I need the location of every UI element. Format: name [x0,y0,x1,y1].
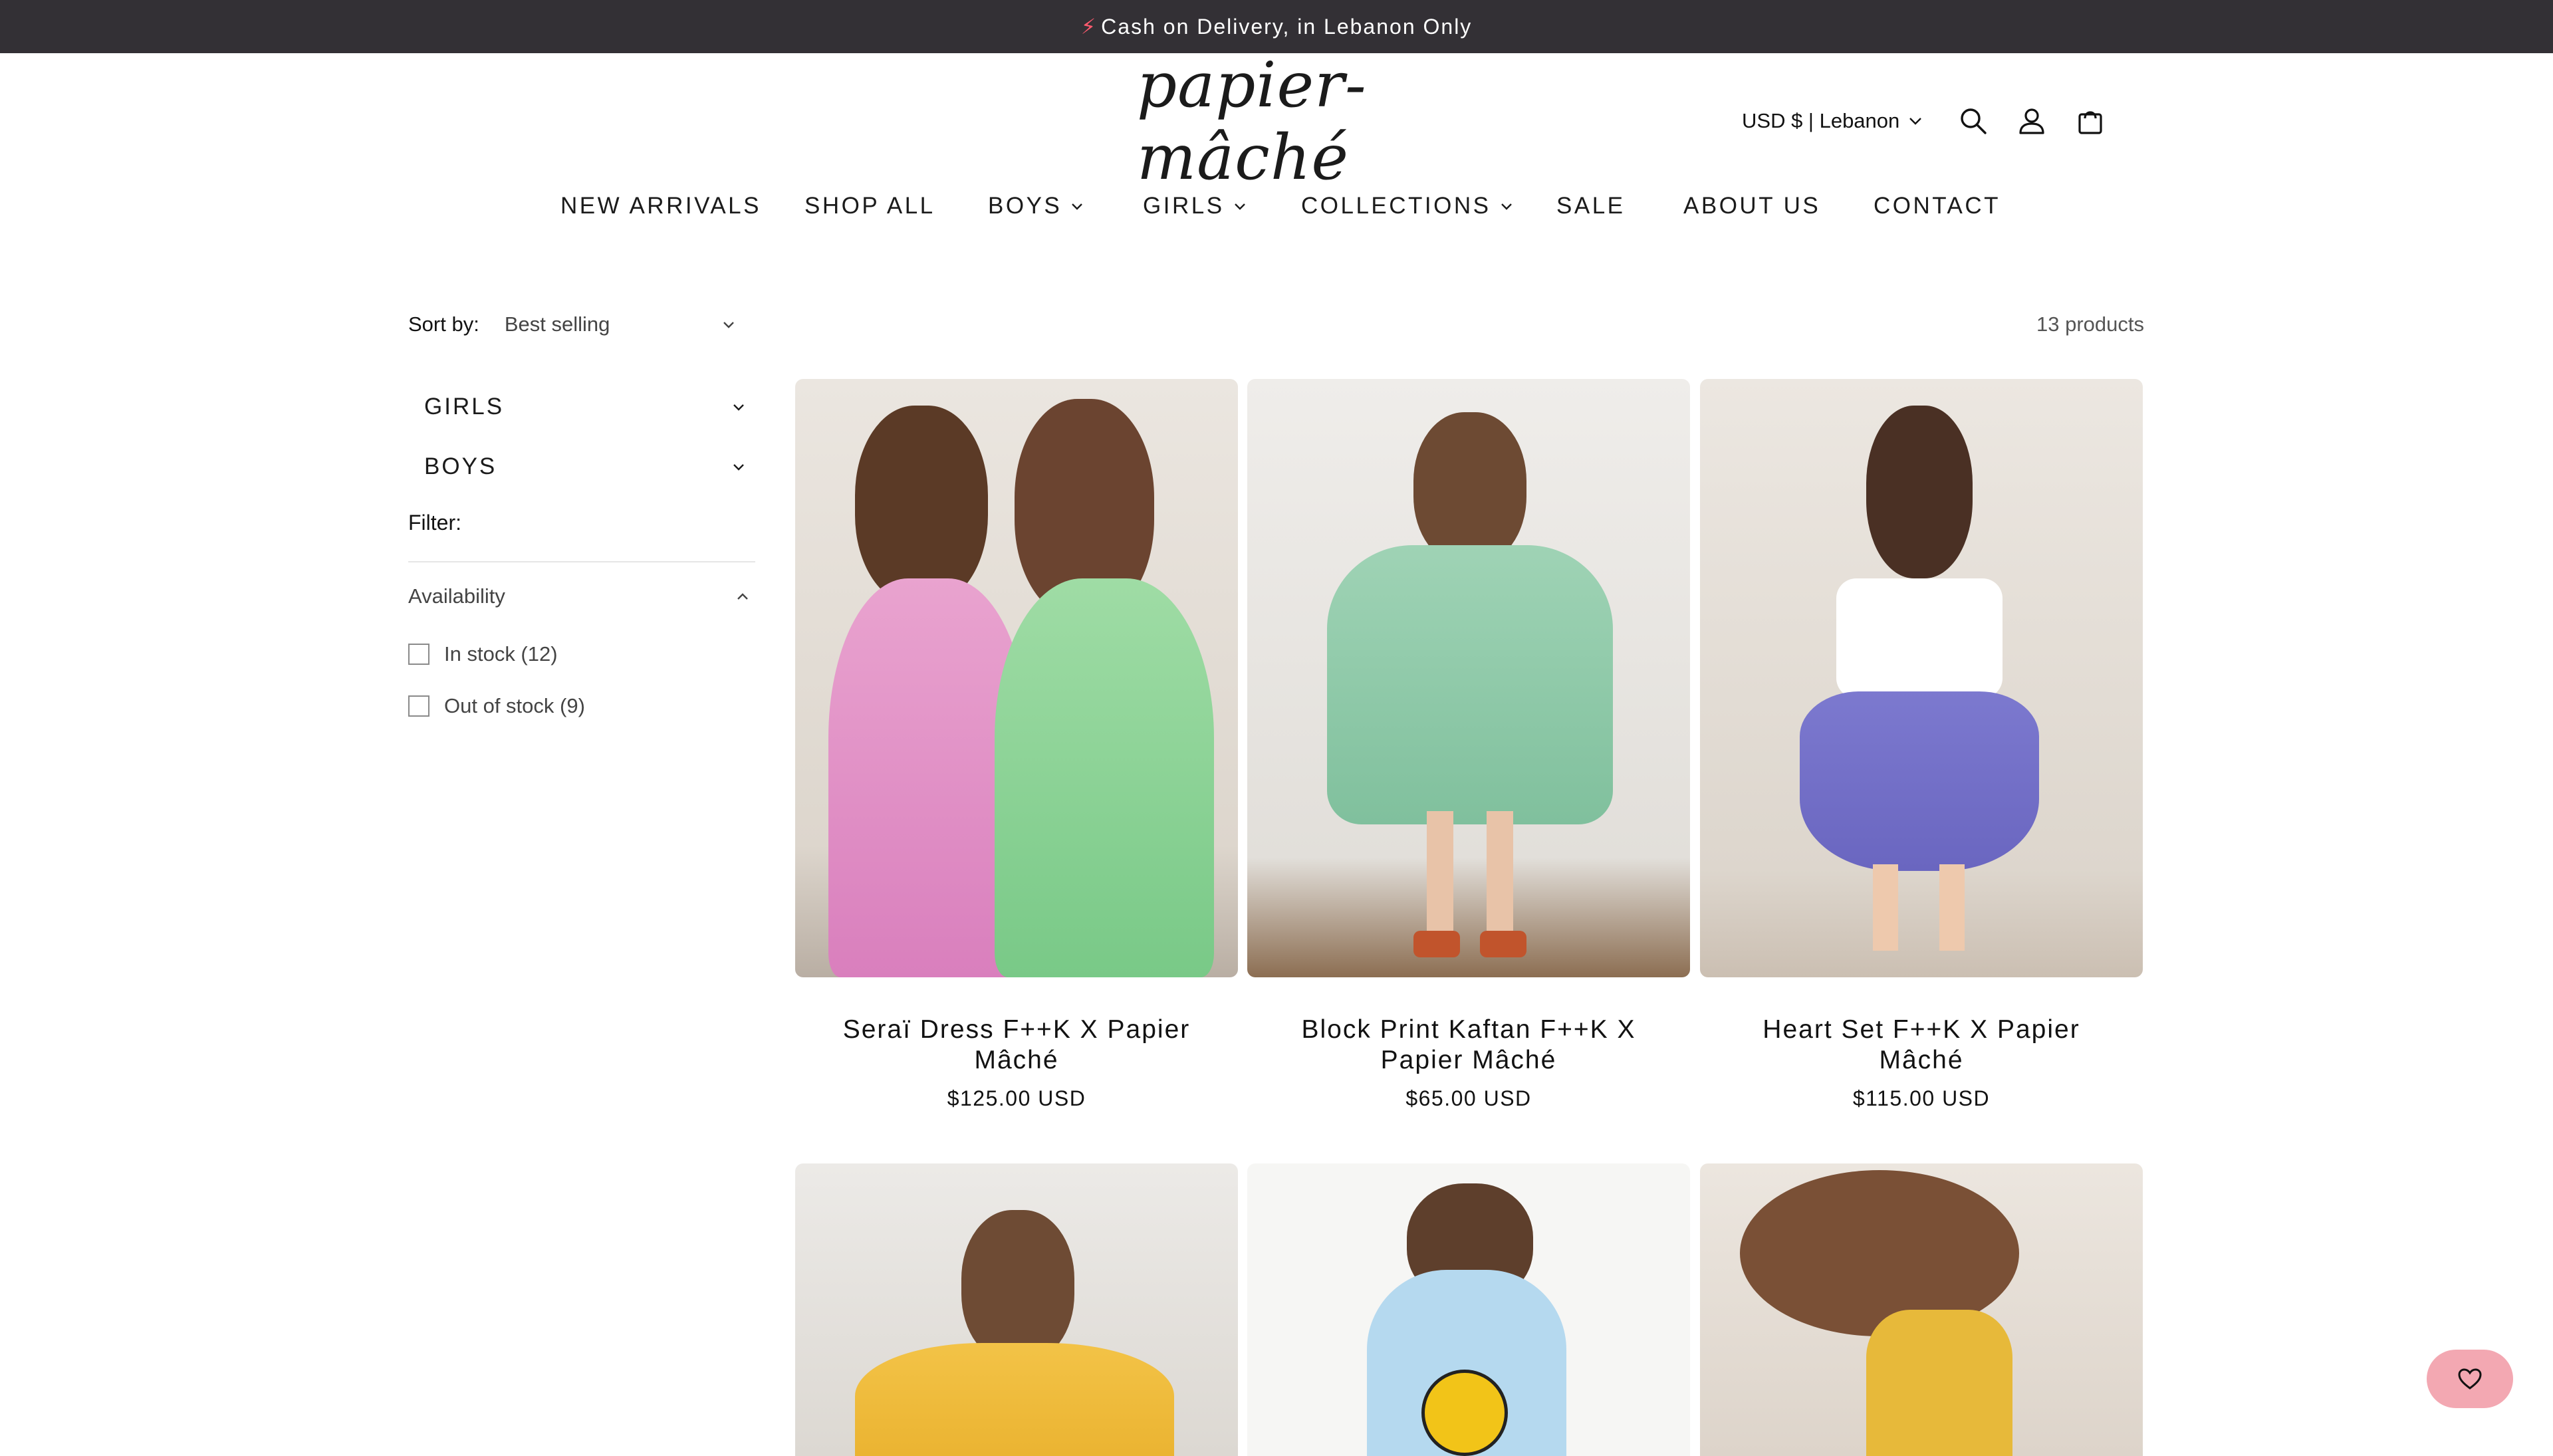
nav-collections[interactable]: COLLECTIONS [1301,189,1513,223]
product-card[interactable]: Block Print Kaftan F++K X Papier Mâché $… [1247,379,1690,1111]
product-card[interactable] [1247,1163,1690,1456]
chevron-down-icon [733,404,744,411]
nav-sale[interactable]: SALE [1556,189,1626,223]
category-boys[interactable]: BOYS [408,447,754,487]
product-image[interactable] [795,1163,1238,1456]
sort-select[interactable]: Best selling [505,312,735,336]
filter-heading: Filter: [408,511,461,535]
chevron-down-icon [1072,203,1083,210]
nav-label: SHOP ALL [804,193,935,219]
chevron-down-icon [1909,118,1922,125]
product-title[interactable]: Seraï Dress F++K X Papier Mâché [795,1015,1238,1076]
sort-value: Best selling [504,312,610,336]
nav-label: SALE [1556,193,1626,219]
nav-shop-all[interactable]: SHOP ALL [804,189,935,223]
availability-label: Availability [408,584,505,608]
nav-label: COLLECTIONS [1301,193,1491,219]
product-card[interactable] [1700,1163,2143,1456]
chevron-down-icon [1501,203,1512,210]
cart-icon[interactable] [2072,102,2109,140]
product-count: 13 products [2036,312,2144,336]
heart-icon [2458,1368,2482,1390]
main-navigation: NEW ARRIVALS SHOP ALL BOYS GIRLS COLLECT… [0,189,2553,223]
in-stock-checkbox[interactable] [408,644,429,665]
product-price: $65.00 USD [1405,1086,1532,1110]
chevron-up-icon [737,592,748,600]
nav-label: ABOUT US [1683,193,1821,219]
availability-toggle[interactable]: Availability [408,578,755,614]
product-image[interactable] [1700,379,2143,977]
product-card[interactable]: Seraï Dress F++K X Papier Mâché $125.00 … [795,379,1238,1111]
sort-control: Sort by: Best selling [408,311,735,338]
product-image[interactable] [1700,1163,2143,1456]
product-title[interactable]: Block Print Kaftan F++K X Papier Mâché [1247,1015,1690,1076]
filter-in-stock[interactable]: In stock (12) [408,639,558,669]
nav-about-us[interactable]: ABOUT US [1683,189,1820,223]
out-of-stock-label: Out of stock (9) [444,694,585,717]
search-icon[interactable] [1955,102,1992,140]
nav-label: NEW ARRIVALS [560,193,761,219]
site-logo[interactable]: papier-mâché [1137,49,1416,194]
announcement-bar: ⚡ Cash on Delivery, in Lebanon Only [0,0,2553,53]
locale-label: USD $ | Lebanon [1742,109,1900,132]
locale-selector[interactable]: USD $ | Lebanon [1742,105,1922,137]
category-label: BOYS [424,453,497,479]
nav-label: CONTACT [1874,193,2001,219]
product-card[interactable]: Heart Set F++K X Papier Mâché $115.00 US… [1700,379,2143,1111]
product-title[interactable]: Heart Set F++K X Papier Mâché [1700,1015,2143,1076]
wishlist-button[interactable] [2427,1350,2513,1408]
product-price: $115.00 USD [1852,1086,1991,1110]
sort-label: Sort by: [408,312,479,336]
chevron-down-icon [733,463,744,471]
category-girls[interactable]: GIRLS [408,387,754,427]
chevron-down-icon [1234,203,1245,210]
account-icon[interactable] [2013,102,2050,140]
nav-boys[interactable]: BOYS [988,189,1083,223]
lightning-icon: ⚡ [1080,15,1098,39]
nav-label: BOYS [988,193,1062,219]
chevron-down-icon [723,321,734,328]
filter-out-of-stock[interactable]: Out of stock (9) [408,691,585,721]
nav-contact[interactable]: CONTACT [1874,189,2001,223]
category-label: GIRLS [424,394,505,420]
product-price: $125.00 USD [947,1086,1086,1110]
product-card[interactable] [795,1163,1238,1456]
filter-divider [408,561,755,562]
out-of-stock-checkbox[interactable] [408,695,429,717]
product-image[interactable] [1247,1163,1690,1456]
announcement-text: Cash on Delivery, in Lebanon Only [1101,14,1473,39]
in-stock-label: In stock (12) [444,642,558,666]
nav-label: GIRLS [1143,193,1225,219]
product-image[interactable] [1247,379,1690,977]
nav-girls[interactable]: GIRLS [1143,189,1246,223]
nav-new-arrivals[interactable]: NEW ARRIVALS [560,189,761,223]
product-image[interactable] [795,379,1238,977]
